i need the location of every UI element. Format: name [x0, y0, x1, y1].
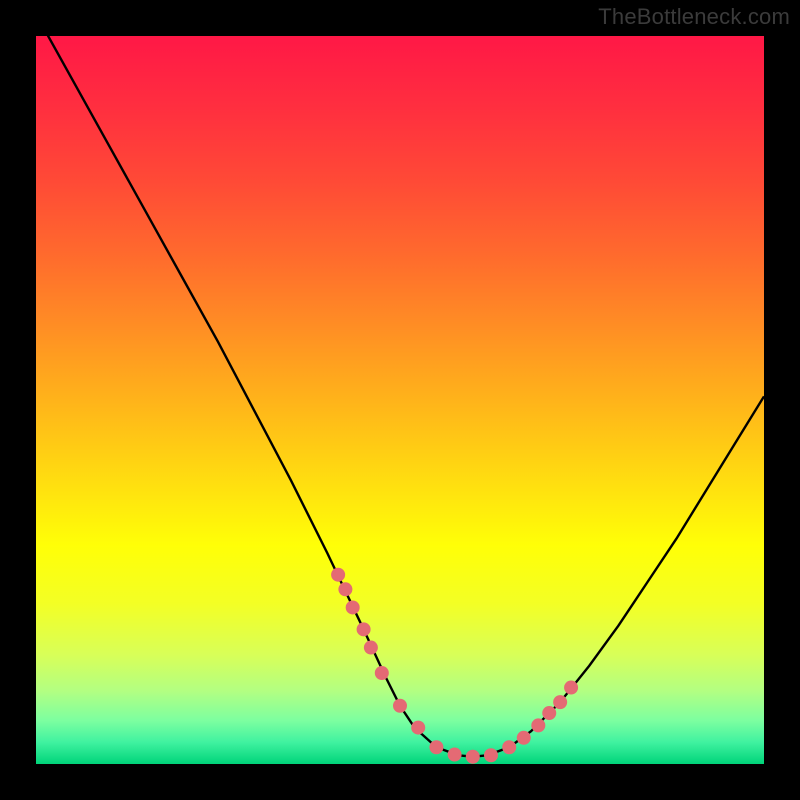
marker-dot: [542, 706, 556, 720]
marker-dot: [411, 721, 425, 735]
marker-dot: [346, 600, 360, 614]
marker-dot: [466, 750, 480, 764]
marker-dot: [375, 666, 389, 680]
marker-dot: [564, 681, 578, 695]
chart-svg: [36, 36, 764, 764]
marker-dot: [357, 622, 371, 636]
marker-dot: [338, 582, 352, 596]
app-frame: TheBottleneck.com: [0, 0, 800, 800]
marker-dot: [502, 740, 516, 754]
marker-dot: [429, 740, 443, 754]
marker-dot: [364, 641, 378, 655]
chart-plot-area: [36, 36, 764, 764]
marker-dot: [531, 718, 545, 732]
marker-dot: [484, 748, 498, 762]
marker-dot: [393, 699, 407, 713]
watermark-text: TheBottleneck.com: [598, 4, 790, 30]
marker-dot: [448, 748, 462, 762]
marker-dot: [553, 695, 567, 709]
marker-dot: [517, 731, 531, 745]
gradient-background: [36, 36, 764, 764]
marker-dot: [331, 568, 345, 582]
